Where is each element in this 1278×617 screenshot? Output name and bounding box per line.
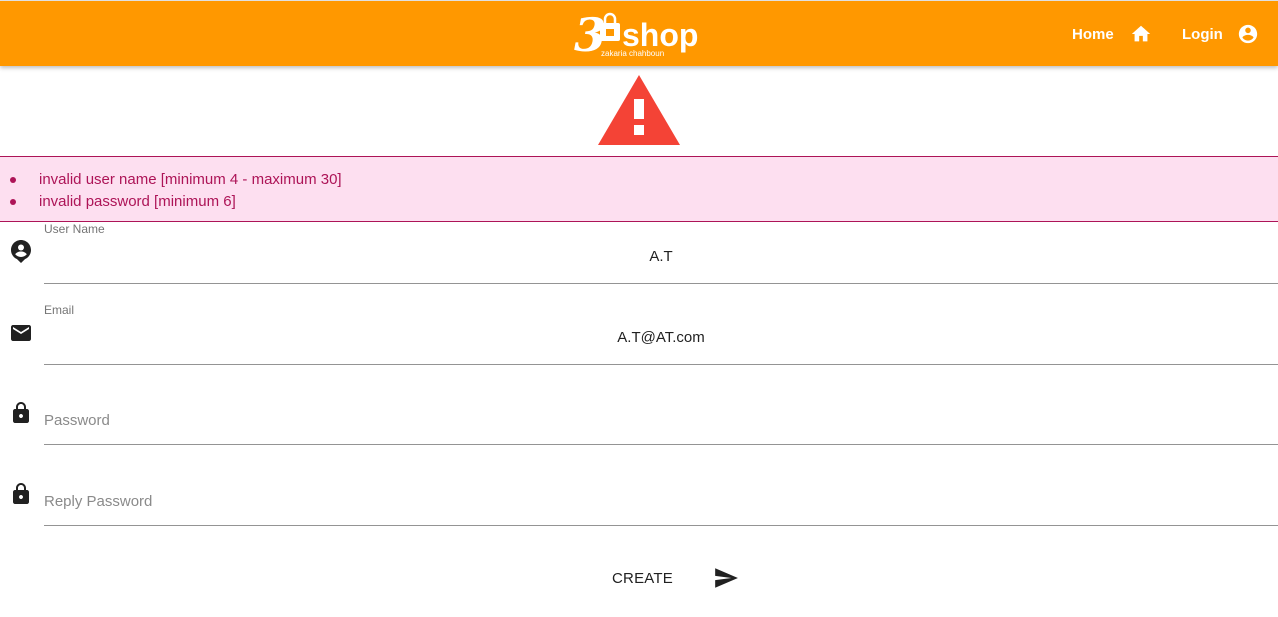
lock-icon [13,483,29,504]
password-input[interactable]: Password [44,412,110,429]
account-pin-icon [11,240,31,263]
nav-home-link[interactable]: Home [1072,19,1152,49]
logo-text: shop [622,17,698,53]
create-button[interactable]: CREATE [600,556,748,600]
nav-login-label: Login [1182,25,1223,43]
nav-home-label: Home [1072,25,1114,43]
email-input[interactable]: A.T@AT.com [44,329,1278,346]
mail-icon [11,325,31,341]
account-circle-icon [1238,24,1257,44]
lock-icon [13,402,29,423]
reply-password-field[interactable]: Reply Password [44,464,1278,526]
error-list: invalid user name [minimum 4 - maximum 3… [0,169,342,213]
shop-logo[interactable]: 3 shop zakaria chahboun [574,9,704,63]
email-field[interactable]: Email A.T@AT.com [44,303,1278,365]
username-input[interactable]: A.T [44,248,1278,265]
email-label: Email [44,303,75,317]
reply-password-input[interactable]: Reply Password [44,493,152,510]
send-icon [715,568,738,588]
error-message-box: invalid user name [minimum 4 - maximum 3… [0,156,1278,222]
warning-icon [598,75,680,145]
home-icon [1131,25,1150,42]
top-app-bar: 3 shop zakaria chahboun Home Login [0,0,1278,66]
create-button-label: CREATE [612,569,673,587]
error-item: invalid password [minimum 6] [0,191,342,213]
username-field[interactable]: User Name A.T [44,222,1278,284]
logo-subtext: zakaria chahboun [601,49,664,58]
nav-login-link[interactable]: Login [1182,19,1259,49]
error-item: invalid user name [minimum 4 - maximum 3… [0,169,342,191]
username-label: User Name [44,222,105,236]
password-field[interactable]: Password [44,383,1278,445]
